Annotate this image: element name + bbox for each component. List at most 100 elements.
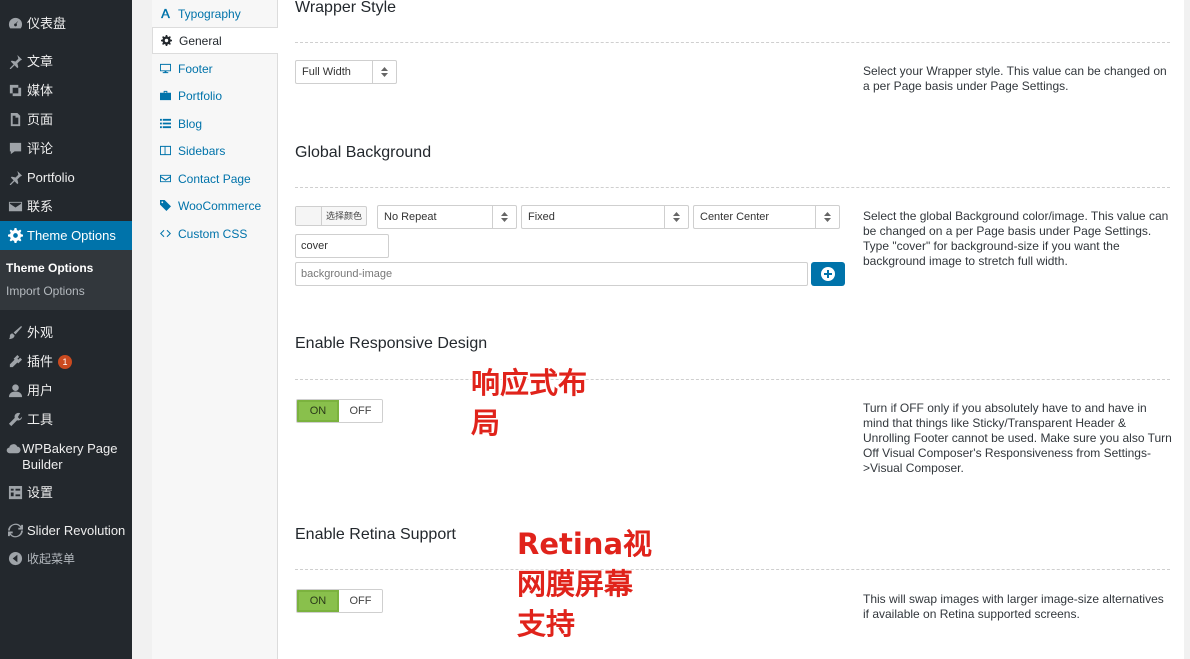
columns-icon	[152, 145, 178, 156]
menu-item-media[interactable]: 媒体	[0, 83, 132, 99]
menu-item-appearance[interactable]: 外观	[0, 325, 132, 341]
menu-label: 媒体	[27, 83, 54, 98]
tab-label: General	[179, 33, 222, 48]
menu-label: Portfolio	[27, 170, 75, 185]
section-title-wrapper-style: Wrapper Style	[295, 0, 397, 16]
toggle-off-option[interactable]: OFF	[339, 400, 382, 422]
tab-sidebars[interactable]: Sidebars	[152, 137, 278, 164]
menu-item-users[interactable]: 用户	[0, 383, 132, 399]
retina-toggle[interactable]: ON OFF	[296, 589, 383, 613]
tab-woocommerce[interactable]: WooCommerce	[152, 192, 278, 219]
toggle-on-option[interactable]: ON	[297, 400, 339, 422]
tab-label: Portfolio	[178, 88, 223, 103]
collapse-icon	[0, 551, 27, 566]
menu-label-text: 插件	[27, 354, 54, 369]
scrollbar[interactable]	[1184, 0, 1190, 659]
refresh-icon	[0, 523, 27, 538]
media-icon	[0, 83, 27, 98]
tab-label: Custom CSS	[178, 226, 248, 241]
wrench-icon	[0, 412, 27, 427]
tab-label: Sidebars	[178, 143, 226, 158]
plus-circle-icon	[821, 267, 835, 281]
submenu-item-theme-options[interactable]: Theme Options	[6, 261, 93, 275]
menu-item-contact[interactable]: 联系	[0, 199, 132, 215]
menu-item-comments[interactable]: 评论	[0, 141, 132, 157]
menu-item-dashboard[interactable]: 仪表盘	[0, 16, 132, 32]
select-value: Center Center	[700, 211, 770, 223]
menu-label: 插件 1	[27, 354, 73, 370]
options-content: Wrapper Style Full Width Select your Wra…	[278, 0, 1190, 659]
toggle-on-option[interactable]: ON	[297, 590, 339, 612]
background-attachment-select[interactable]: Fixed	[521, 205, 689, 229]
choose-color-label: 选择颜色	[326, 211, 363, 221]
menu-label: 评论	[27, 141, 54, 156]
annotation-line: 局	[471, 406, 501, 440]
menu-item-slider-revolution[interactable]: Slider Revolution	[0, 523, 132, 539]
section-divider	[295, 187, 1170, 188]
tab-contact-page[interactable]: Contact Page	[152, 165, 278, 192]
menu-label: 外观	[27, 325, 54, 340]
annotation-line: 响应式布	[471, 366, 588, 400]
tab-custom-css[interactable]: Custom CSS	[152, 220, 278, 247]
tab-general[interactable]: General	[152, 27, 278, 54]
menu-item-settings[interactable]: 设置	[0, 485, 132, 501]
section-divider	[295, 569, 1170, 570]
menu-item-theme-options[interactable]: Theme Options	[0, 221, 132, 250]
menu-item-pages[interactable]: 页面	[0, 112, 132, 128]
tab-typography[interactable]: Typography	[152, 0, 278, 27]
wrapper-style-select[interactable]: Full Width	[295, 60, 397, 84]
submenu-item-import-options[interactable]: Import Options	[6, 284, 85, 298]
user-icon	[0, 383, 27, 398]
background-position-select[interactable]: Center Center	[693, 205, 840, 229]
typography-icon	[152, 8, 178, 19]
settings-icon	[0, 485, 27, 500]
annotation-retina: Retina视 网膜屏幕 支持	[517, 524, 652, 644]
responsive-toggle[interactable]: ON OFF	[296, 399, 383, 423]
tab-blog[interactable]: Blog	[152, 110, 278, 137]
responsive-description: Turn if OFF only if you absolutely have …	[863, 401, 1172, 475]
upload-image-button[interactable]	[811, 262, 845, 286]
comment-icon	[0, 141, 27, 156]
menu-item-wpbakery[interactable]: WPBakery Page Builder	[0, 441, 132, 473]
plugin-icon	[0, 354, 27, 369]
menu-label: 联系	[27, 199, 54, 214]
menu-item-plugins[interactable]: 插件 1	[0, 354, 132, 370]
pin-icon	[0, 54, 27, 69]
background-image-input[interactable]: background-image	[295, 262, 808, 286]
select-value: Fixed	[528, 211, 555, 223]
background-size-input[interactable]: cover	[295, 234, 389, 258]
menu-item-portfolio[interactable]: Portfolio	[0, 170, 132, 186]
page-icon	[0, 112, 27, 127]
mail-icon	[0, 199, 27, 214]
collapse-menu-button[interactable]: 收起菜单	[0, 551, 132, 567]
menu-label: 设置	[27, 485, 54, 500]
annotation-line: Retina视	[517, 527, 653, 561]
gear-icon	[0, 228, 27, 243]
menu-item-tools[interactable]: 工具	[0, 412, 132, 428]
gear-icon	[153, 35, 179, 46]
briefcase-icon	[152, 90, 178, 101]
menu-label: 页面	[27, 112, 54, 127]
toggle-off-option[interactable]: OFF	[339, 590, 382, 612]
menu-item-posts[interactable]: 文章	[0, 54, 132, 70]
envelope-icon	[152, 173, 178, 184]
menu-label: Slider Revolution	[27, 523, 126, 538]
retina-description: This will swap images with larger image-…	[863, 592, 1164, 621]
admin-sidebar: 仪表盘 文章 媒体 页面 评论 Portfolio 联系 Theme Optio…	[0, 0, 132, 659]
menu-label: 仪表盘	[27, 16, 67, 31]
menu-label: 工具	[27, 412, 54, 427]
select-arrows-icon	[492, 206, 516, 228]
select-arrows-icon	[372, 61, 396, 83]
annotation-responsive: 响应式布 局	[471, 363, 587, 443]
section-title-retina: Enable Retina Support	[295, 526, 456, 543]
tab-footer[interactable]: Footer	[152, 55, 278, 82]
tab-portfolio[interactable]: Portfolio	[152, 82, 278, 109]
tab-label: Blog	[178, 116, 203, 131]
menu-label: 文章	[27, 54, 54, 69]
tab-label: Contact Page	[178, 171, 251, 186]
background-color-picker[interactable]: 选择颜色	[295, 206, 368, 226]
background-repeat-select[interactable]: No Repeat	[377, 205, 517, 229]
select-arrows-icon	[815, 206, 839, 228]
menu-label: Theme Options	[27, 227, 116, 243]
tag-icon	[152, 200, 178, 211]
